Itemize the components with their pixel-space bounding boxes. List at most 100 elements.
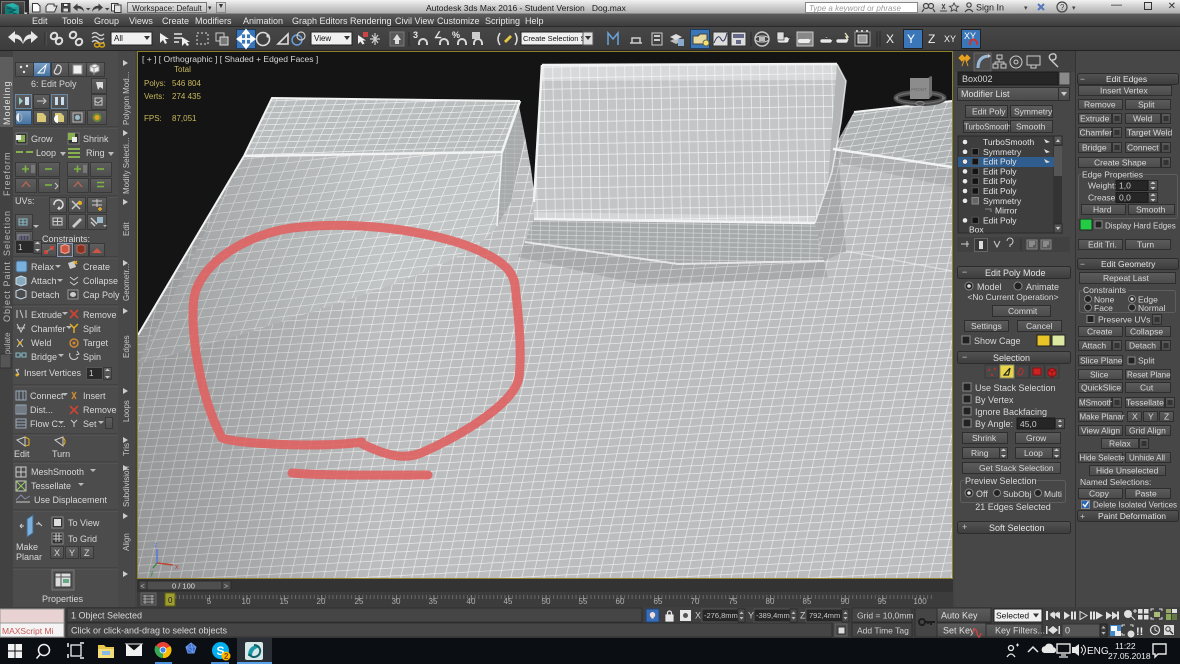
svg-text:Total: Total: [174, 65, 191, 74]
svg-text:11:22: 11:22: [1115, 641, 1136, 651]
svg-text:Grow: Grow: [1026, 433, 1047, 443]
svg-text:Split: Split: [1138, 100, 1155, 110]
svg-text:Model: Model: [977, 282, 1002, 292]
svg-text:Mirror: Mirror: [995, 206, 1017, 216]
svg-text:Hard: Hard: [1093, 205, 1112, 215]
svg-text:Set Key: Set Key: [943, 626, 975, 636]
svg-text:FRONT: FRONT: [911, 87, 927, 92]
svg-text:Make Planar: Make Planar: [1080, 413, 1125, 422]
svg-text:Ring: Ring: [86, 148, 105, 158]
svg-text:Edit: Edit: [122, 221, 131, 236]
svg-text:Show Cage: Show Cage: [974, 336, 1021, 346]
svg-text:Sign In: Sign In: [976, 3, 1004, 13]
svg-text:Remove: Remove: [83, 405, 117, 415]
svg-text:Verts:: Verts:: [144, 92, 164, 101]
svg-text:Tessellate: Tessellate: [1126, 398, 1164, 408]
svg-text:Multi: Multi: [1044, 489, 1062, 499]
svg-text:Click or click-and-drag to sel: Click or click-and-drag to select object…: [71, 626, 228, 636]
svg-text:Crease:: Crease:: [1088, 193, 1118, 203]
svg-text:z: z: [154, 542, 158, 549]
svg-text:Insert Vertices: Insert Vertices: [24, 368, 82, 378]
svg-text:21 Edges Selected: 21 Edges Selected: [975, 502, 1051, 512]
svg-text:Selection: Selection: [2, 210, 12, 256]
svg-text:Box: Box: [969, 225, 984, 235]
svg-text:−: −: [1080, 74, 1085, 84]
svg-text:Make: Make: [16, 542, 38, 552]
svg-text:∠: ∠: [434, 30, 442, 40]
svg-text:85: 85: [803, 597, 812, 606]
svg-text:▾: ▾: [1024, 5, 1028, 12]
svg-text:Off: Off: [976, 489, 988, 499]
svg-text:UVs:: UVs:: [15, 196, 35, 206]
svg-text:TurboSmooth: TurboSmooth: [964, 123, 1011, 132]
svg-text:Relax: Relax: [1109, 439, 1131, 449]
svg-text:30: 30: [392, 597, 401, 606]
svg-text:By Vertex: By Vertex: [975, 395, 1014, 405]
svg-text:FPS:: FPS:: [144, 114, 162, 123]
svg-text:Loop: Loop: [36, 148, 56, 158]
svg-text:Extrude: Extrude: [31, 310, 62, 320]
svg-text:Tris: Tris: [122, 443, 131, 456]
svg-text:Create: Create: [83, 262, 110, 272]
svg-text:45,0: 45,0: [1020, 419, 1037, 429]
svg-text:Get Stack Selection: Get Stack Selection: [979, 463, 1054, 473]
svg-text:Edit Edges: Edit Edges: [1106, 74, 1147, 84]
svg-text:XY: XY: [944, 34, 956, 44]
svg-text:Geometr...: Geometr...: [122, 264, 131, 301]
svg-text:Commit: Commit: [1008, 306, 1038, 316]
svg-text:Insert: Insert: [83, 391, 106, 401]
svg-text:All: All: [114, 34, 123, 43]
svg-text:Weld: Weld: [1133, 114, 1152, 124]
svg-text:27.05.2018: 27.05.2018: [1108, 651, 1151, 661]
svg-text:Edit Poly: Edit Poly: [983, 166, 1017, 176]
svg-text:792,4mm: 792,4mm: [809, 611, 840, 620]
svg-text:-389,4mm: -389,4mm: [756, 611, 790, 620]
svg-text:55: 55: [579, 597, 588, 606]
svg-text:Weight:: Weight:: [1088, 181, 1117, 191]
svg-text:−: −: [962, 267, 967, 277]
svg-text:View Align: View Align: [1081, 426, 1120, 436]
svg-text:Use Displacement: Use Displacement: [34, 495, 108, 505]
svg-text:Relax: Relax: [31, 262, 55, 272]
svg-text:-276,8mm: -276,8mm: [704, 611, 738, 620]
svg-text:Polys:: Polys:: [144, 79, 166, 88]
svg-text:Set: Set: [83, 419, 97, 429]
svg-text:X: X: [54, 548, 60, 558]
svg-text:Settings: Settings: [971, 321, 1002, 331]
svg-text:Ignore Backfacing: Ignore Backfacing: [975, 407, 1047, 417]
svg-text:Y: Y: [1148, 412, 1154, 422]
svg-text:Edit Poly: Edit Poly: [972, 107, 1006, 117]
svg-text:Z: Z: [1164, 412, 1169, 422]
svg-text:Loops: Loops: [122, 400, 131, 422]
svg-text:Detach: Detach: [1129, 341, 1156, 351]
svg-text:Subdivision: Subdivision: [122, 466, 131, 507]
svg-text:Paint Deformation: Paint Deformation: [1098, 511, 1166, 521]
svg-text:Connect: Connect: [1127, 143, 1159, 153]
svg-text:Edges: Edges: [122, 335, 131, 358]
svg-text:Attach: Attach: [1082, 341, 1106, 351]
svg-text:MAXScript Mi: MAXScript Mi: [2, 626, 54, 636]
svg-text:−: −: [1080, 259, 1085, 269]
svg-text:1: 1: [18, 243, 23, 252]
svg-text:3: 3: [413, 30, 418, 40]
svg-text:Selection: Selection: [993, 353, 1030, 363]
svg-text:Key Filters...: Key Filters...: [995, 626, 1045, 636]
svg-text:X: X: [886, 32, 894, 46]
svg-text:Face: Face: [1094, 303, 1113, 313]
svg-text:Turn: Turn: [52, 449, 70, 459]
svg-text:Cancel: Cancel: [1026, 321, 1053, 331]
svg-text:x: x: [175, 564, 179, 571]
svg-text:Weld: Weld: [31, 338, 51, 348]
svg-text:Target: Target: [83, 338, 109, 348]
svg-text:Normal: Normal: [1138, 303, 1166, 313]
svg-text:65: 65: [654, 597, 663, 606]
svg-text:Align: Align: [122, 533, 131, 551]
svg-text:Planar: Planar: [16, 552, 42, 562]
svg-text:Chamfer: Chamfer: [31, 324, 66, 334]
svg-text:Y: Y: [69, 548, 75, 558]
svg-text:87,051: 87,051: [172, 114, 197, 123]
svg-text:!!: !!: [1136, 626, 1143, 638]
svg-text:Smooth: Smooth: [1016, 122, 1046, 132]
svg-text:95: 95: [878, 597, 887, 606]
svg-text:Box002: Box002: [962, 74, 993, 84]
